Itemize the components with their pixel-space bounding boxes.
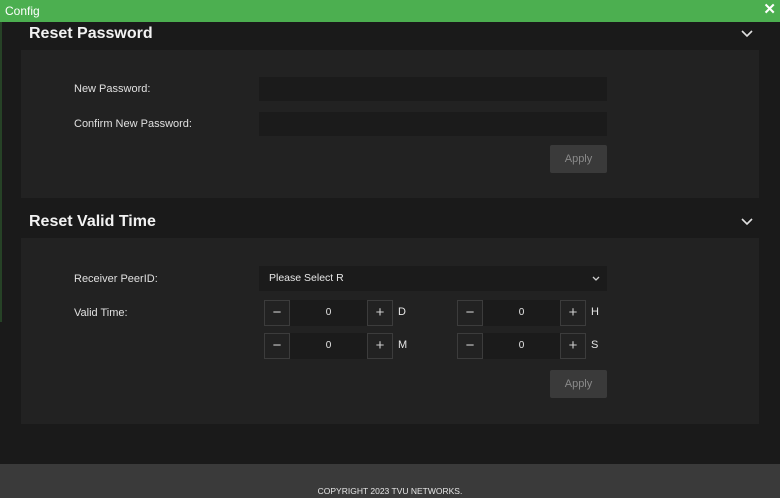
hours-value[interactable]: 0 bbox=[483, 300, 560, 326]
valid-time-label: Valid Time: bbox=[74, 307, 128, 319]
confirm-password-field[interactable] bbox=[259, 112, 607, 136]
window-edge bbox=[0, 22, 2, 322]
receiver-peerid-select[interactable]: Please Select R bbox=[259, 266, 607, 291]
window-title: Config bbox=[5, 4, 40, 18]
reset-valid-time-title: Reset Valid Time bbox=[29, 213, 156, 230]
seconds-stepper: − 0 + S bbox=[457, 333, 598, 359]
reset-valid-time-header[interactable]: Reset Valid Time bbox=[0, 210, 780, 238]
minutes-decrement-button[interactable]: − bbox=[264, 333, 290, 359]
minutes-unit: M bbox=[398, 339, 408, 351]
seconds-unit: S bbox=[591, 339, 599, 351]
reset-password-panel: New Password: Confirm New Password: Appl… bbox=[21, 50, 759, 198]
hours-decrement-button[interactable]: − bbox=[457, 300, 483, 326]
hours-unit: H bbox=[591, 306, 599, 318]
days-increment-button[interactable]: + bbox=[367, 300, 393, 326]
apply-valid-time-button[interactable]: Apply bbox=[550, 370, 607, 398]
days-value[interactable]: 0 bbox=[290, 300, 367, 326]
footer: COPYRIGHT 2023 TVU NETWORKS. bbox=[0, 464, 780, 498]
seconds-increment-button[interactable]: + bbox=[560, 333, 586, 359]
new-password-field[interactable] bbox=[259, 77, 607, 101]
days-unit: D bbox=[398, 306, 406, 318]
minutes-value[interactable]: 0 bbox=[290, 333, 367, 359]
days-decrement-button[interactable]: − bbox=[264, 300, 290, 326]
reset-valid-time-panel: Receiver PeerID: Please Select R Valid T… bbox=[21, 238, 759, 424]
receiver-peerid-value: Please Select R bbox=[269, 272, 344, 284]
seconds-value[interactable]: 0 bbox=[483, 333, 560, 359]
apply-password-button[interactable]: Apply bbox=[550, 145, 607, 173]
reset-password-title: Reset Password bbox=[29, 25, 153, 42]
reset-password-header[interactable]: Reset Password bbox=[0, 22, 780, 50]
minutes-increment-button[interactable]: + bbox=[367, 333, 393, 359]
days-stepper: − 0 + D bbox=[264, 300, 406, 326]
new-password-label: New Password: bbox=[74, 83, 151, 95]
chevron-down-icon[interactable] bbox=[740, 215, 754, 229]
hours-stepper: − 0 + H bbox=[457, 300, 599, 326]
confirm-password-label: Confirm New Password: bbox=[74, 118, 192, 130]
minutes-stepper: − 0 + M bbox=[264, 333, 407, 359]
seconds-decrement-button[interactable]: − bbox=[457, 333, 483, 359]
chevron-down-icon[interactable] bbox=[740, 27, 754, 41]
copyright-text: COPYRIGHT 2023 TVU NETWORKS. bbox=[317, 486, 463, 496]
receiver-peerid-label: Receiver PeerID: bbox=[74, 273, 158, 285]
close-icon[interactable]: ✕ bbox=[763, 2, 776, 18]
window-titlebar: Config ✕ bbox=[0, 0, 780, 22]
chevron-down-icon bbox=[592, 276, 600, 281]
hours-increment-button[interactable]: + bbox=[560, 300, 586, 326]
